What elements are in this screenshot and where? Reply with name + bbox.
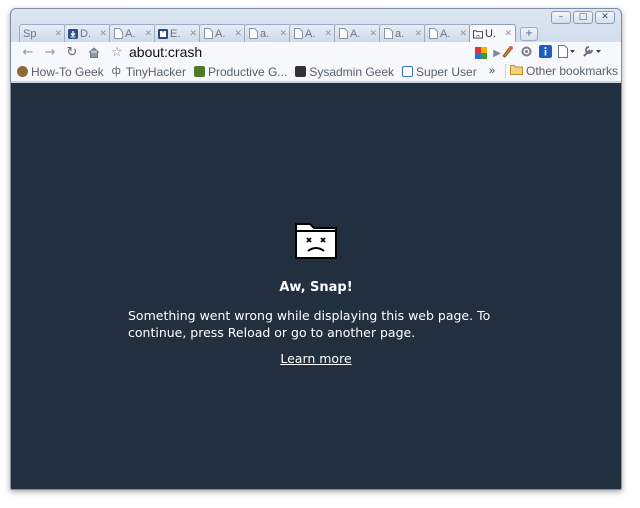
browser-window: – □ ✕ Sp ✕ D. ✕ A. ✕ E. ✕ A. ✕ a. ✕ A. ✕…: [10, 8, 622, 490]
tab-title: A.: [125, 27, 136, 40]
tab-title: A.: [350, 27, 361, 40]
tab-close-icon[interactable]: ✕: [144, 29, 152, 39]
crash-message: Something went wrong while displaying th…: [128, 308, 491, 340]
bookmark-tinyhacker[interactable]: ф TinyHacker: [112, 65, 186, 79]
tab-title: A.: [305, 27, 316, 40]
tab-title: A.: [440, 27, 451, 40]
minimize-icon[interactable]: –: [551, 11, 571, 24]
toolbar: ← → ↻ ☆ about:crash ▶: [11, 42, 621, 62]
tab[interactable]: A. ✕: [334, 24, 381, 42]
how-to-geek-favicon-icon: [17, 66, 28, 77]
bookmarks-bar: How-To Geek ф TinyHacker Productive G...…: [11, 62, 621, 82]
tinyhacker-favicon-icon: ф: [111, 65, 121, 77]
tab[interactable]: A. ✕: [289, 24, 336, 42]
tab[interactable]: a. ✕: [379, 24, 426, 42]
tab-close-icon[interactable]: ✕: [504, 29, 512, 39]
tab-title: E.: [170, 27, 181, 40]
bookmark-label: Super User: [416, 64, 477, 79]
close-icon[interactable]: ✕: [595, 11, 615, 24]
blank-page-icon: [248, 28, 258, 39]
tab[interactable]: a. ✕: [244, 24, 291, 42]
tab-close-icon[interactable]: ✕: [459, 29, 467, 39]
tab-active[interactable]: U. ✕: [469, 24, 516, 42]
bookmark-label: Sysadmin Geek: [309, 64, 395, 79]
tab[interactable]: A. ✕: [109, 24, 156, 42]
gear-extension-icon[interactable]: [520, 43, 533, 62]
learn-more-link[interactable]: Learn more: [11, 351, 621, 366]
paint-extension-icon[interactable]: [501, 43, 514, 62]
bookmarks-overflow-chevron[interactable]: »: [489, 65, 495, 77]
puzzle-icon: [158, 28, 168, 39]
tab-close-icon[interactable]: ✕: [324, 29, 332, 39]
tab-title: a.: [260, 27, 270, 40]
folder-icon: [510, 64, 523, 78]
play-icon[interactable]: ▶: [493, 48, 501, 59]
blank-page-icon: [113, 28, 123, 39]
sad-folder-icon: [473, 28, 483, 39]
caption-buttons: – □ ✕: [551, 11, 615, 24]
tab-strip: Sp ✕ D. ✕ A. ✕ E. ✕ A. ✕ a. ✕ A. ✕ A. ✕ …: [19, 24, 538, 42]
tab[interactable]: A. ✕: [199, 24, 246, 42]
bookmark-label: How-To Geek: [31, 64, 104, 79]
reload-icon[interactable]: ↻: [61, 43, 83, 61]
omnibox[interactable]: ☆ about:crash ▶: [111, 43, 501, 61]
bookmark-productive-geek[interactable]: Productive G...: [193, 64, 288, 79]
tab-title: a.: [395, 27, 405, 40]
tab[interactable]: E. ✕: [154, 24, 201, 42]
tab-title: D.: [80, 27, 91, 40]
new-tab-button[interactable]: +: [520, 27, 538, 41]
blank-page-icon: [293, 28, 303, 39]
blank-page-icon: [428, 28, 438, 39]
bookmark-super-user[interactable]: Super User: [402, 65, 477, 79]
sysadmin-geek-favicon-icon: [295, 66, 307, 77]
home-icon[interactable]: [83, 43, 105, 61]
page-menu-icon[interactable]: [558, 43, 576, 62]
crash-page: Aw, Snap! Something went wrong while dis…: [11, 83, 621, 489]
tab-close-icon[interactable]: ✕: [234, 29, 242, 39]
other-bookmarks-label: Other bookmarks: [526, 64, 619, 78]
blank-page-icon: [338, 28, 348, 39]
forward-icon[interactable]: →: [39, 43, 61, 61]
info-icon[interactable]: [539, 43, 552, 62]
tab-close-icon[interactable]: ✕: [54, 29, 62, 39]
blank-page-icon: [383, 28, 393, 39]
toolbar-extensions: [501, 43, 602, 62]
omnibox-actions: ▶: [475, 44, 501, 63]
bookmark-label: Productive G...: [207, 64, 288, 79]
url-text: about:crash: [129, 44, 203, 60]
tab-close-icon[interactable]: ✕: [189, 29, 197, 39]
color-extension-icon[interactable]: [475, 44, 488, 63]
download-icon: [68, 28, 78, 39]
maximize-icon[interactable]: □: [573, 11, 593, 24]
bookmark-how-to-geek[interactable]: How-To Geek: [17, 65, 104, 79]
other-bookmarks[interactable]: Other bookmarks: [505, 64, 618, 78]
crash-headline: Aw, Snap!: [279, 280, 353, 295]
tab[interactable]: Sp ✕: [19, 24, 66, 42]
wrench-menu-icon[interactable]: [582, 43, 602, 62]
tab-title: Sp: [23, 27, 37, 40]
back-icon[interactable]: ←: [17, 43, 39, 61]
productive-geek-favicon-icon: [193, 66, 205, 77]
blank-page-icon: [203, 28, 213, 39]
tab-close-icon[interactable]: ✕: [99, 29, 107, 39]
bookmark-label: TinyHacker: [125, 64, 186, 79]
bookmark-star-icon[interactable]: ☆: [111, 45, 127, 60]
bookmark-sysadmin-geek[interactable]: Sysadmin Geek: [295, 65, 394, 79]
super-user-favicon-icon: [402, 66, 414, 77]
tab[interactable]: A. ✕: [424, 24, 471, 42]
tab-close-icon[interactable]: ✕: [279, 29, 287, 39]
tab-title: A.: [215, 27, 226, 40]
tab-close-icon[interactable]: ✕: [414, 29, 422, 39]
tab[interactable]: D. ✕: [64, 24, 111, 42]
tab-title: U.: [485, 27, 496, 40]
tab-close-icon[interactable]: ✕: [369, 29, 377, 39]
sad-folder-icon: [294, 220, 338, 264]
